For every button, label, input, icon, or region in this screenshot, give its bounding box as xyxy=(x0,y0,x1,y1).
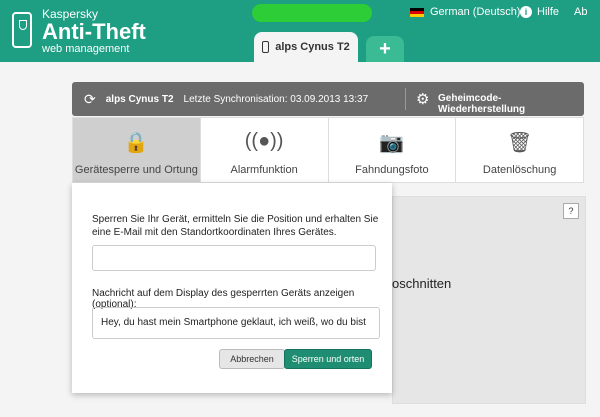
brand-sub: web management xyxy=(42,43,130,55)
camera-icon: 📷 xyxy=(379,132,405,154)
tab-lock-locate[interactable]: 🔒 Gerätesperre und Ortung xyxy=(73,118,201,182)
background-text: oschnitten xyxy=(392,276,452,291)
recovery-link[interactable]: Geheimcode-Wiederherstellung xyxy=(438,93,584,115)
brand-product: Anti-Theft xyxy=(42,19,146,44)
message-field[interactable]: Hey, du hast mein Smartphone geklaut, ic… xyxy=(92,307,380,339)
gear-icon: ⚙ xyxy=(416,91,430,108)
brand: Kaspersky Anti-Theft web management xyxy=(42,8,146,56)
trash-icon: 🗑 xyxy=(506,132,533,154)
tab-alarm[interactable]: ((●)) Alarmfunktion xyxy=(201,118,329,182)
tab-mugshot[interactable]: 📷 Fahndungsfoto xyxy=(329,118,457,182)
info-icon: i xyxy=(520,6,532,18)
lock-dialog: Sperren Sie Ihr Gerät, ermitteln Sie die… xyxy=(72,183,392,393)
phone-icon xyxy=(262,41,270,53)
language-label: German (Deutsch) xyxy=(430,6,521,18)
logout-link[interactable]: Ab xyxy=(574,6,587,18)
tab-wipe[interactable]: 🗑 Datenlöschung xyxy=(456,118,583,182)
help-question-button[interactable]: ? xyxy=(563,203,579,219)
tab-device-label: alps Cynus T2 xyxy=(275,41,350,53)
feature-label: Datenlöschung xyxy=(482,164,557,176)
lock-locate-icon: 🔒 xyxy=(123,132,149,154)
sync-device-name: alps Cynus T2 xyxy=(105,93,174,105)
redacted-user xyxy=(252,4,372,22)
last-sync: Letzte Synchronisation: 03.09.2013 13:37 xyxy=(183,93,369,105)
cancel-button[interactable]: Abbrechen xyxy=(219,349,285,369)
feature-label: Gerätesperre und Ortung xyxy=(74,164,198,176)
german-flag-icon xyxy=(410,7,424,17)
lock-locate-button[interactable]: Sperren und orten xyxy=(284,349,372,369)
help-link[interactable]: i Hilfe xyxy=(520,6,559,18)
feature-label: Alarmfunktion xyxy=(230,164,298,176)
sync-bar: ⟳ alps Cynus T2 Letzte Synchronisation: … xyxy=(72,82,584,116)
feature-tabs: 🔒 Gerätesperre und Ortung ((●)) Alarmfun… xyxy=(72,117,584,183)
sync-icon[interactable]: ⟳ xyxy=(84,91,96,108)
phone-logo-icon xyxy=(12,12,32,48)
tab-device[interactable]: alps Cynus T2 xyxy=(254,32,358,62)
background-panel: ? xyxy=(392,196,586,404)
language-selector[interactable]: German (Deutsch) xyxy=(410,6,520,18)
alarm-icon: ((●)) xyxy=(244,130,284,152)
help-label: Hilfe xyxy=(537,6,560,18)
secret-code-field[interactable] xyxy=(92,245,376,271)
divider xyxy=(405,88,406,110)
dialog-description: Sperren Sie Ihr Gerät, ermitteln Sie die… xyxy=(92,214,379,238)
add-device-tab[interactable]: + xyxy=(366,36,404,62)
app-header: Kaspersky Anti-Theft web management Germ… xyxy=(0,0,600,62)
feature-label: Fahndungsfoto xyxy=(355,164,429,176)
